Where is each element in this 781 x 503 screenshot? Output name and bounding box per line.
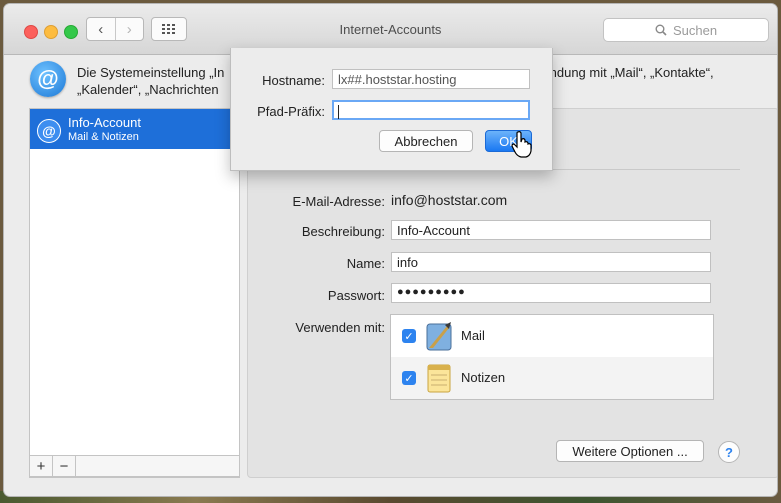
- password-field[interactable]: ●●●●●●●●●: [391, 283, 711, 303]
- mail-checkbox[interactable]: ✓: [402, 329, 416, 343]
- path-prefix-field[interactable]: [332, 100, 530, 120]
- text-caret: [338, 104, 339, 119]
- name-label: Name:: [346, 256, 385, 271]
- notes-label: Notizen: [461, 370, 506, 385]
- more-options-button[interactable]: Weitere Optionen ...: [556, 440, 704, 462]
- account-item-info[interactable]: @ Info-Account Mail & Notizen: [30, 109, 239, 149]
- add-account-button[interactable]: +: [30, 456, 53, 476]
- account-subtitle: Mail & Notizen: [68, 131, 139, 143]
- email-label: E-Mail-Adresse:: [292, 194, 385, 209]
- remove-account-button[interactable]: −: [53, 456, 76, 476]
- hand-pointer-icon: [511, 131, 532, 158]
- accounts-list: @ Info-Account Mail & Notizen: [29, 108, 240, 478]
- cancel-button[interactable]: Abbrechen: [379, 130, 473, 152]
- hostname-label: Hostname:: [262, 73, 325, 88]
- name-field[interactable]: info: [391, 252, 711, 272]
- search-placeholder: Suchen: [672, 22, 718, 38]
- list-item: ✓ Mail: [391, 315, 713, 357]
- hostname-field[interactable]: lx##.hoststar.hosting: [332, 69, 530, 89]
- description-label: Beschreibung:: [301, 224, 385, 239]
- account-name: Info-Account: [68, 115, 141, 130]
- help-button[interactable]: ?: [718, 441, 740, 463]
- email-value: info@hoststar.com: [391, 192, 508, 208]
- use-with-label: Verwenden mit:: [295, 320, 385, 335]
- list-item: ✓ Notizen: [391, 357, 713, 399]
- search-icon: [655, 24, 667, 36]
- apps-list: ✓ Mail ✓ Notizen: [390, 314, 714, 400]
- at-icon: @: [37, 119, 61, 143]
- server-settings-sheet: Hostname: lx##.hoststar.hosting Pfad-Prä…: [230, 48, 553, 171]
- accounts-list-footer: + −: [29, 455, 240, 477]
- path-prefix-label: Pfad-Präfix:: [257, 104, 325, 119]
- mail-label: Mail: [461, 328, 485, 343]
- notes-app-icon: [427, 364, 451, 393]
- description-field[interactable]: Info-Account: [391, 220, 711, 240]
- notes-checkbox[interactable]: ✓: [402, 371, 416, 385]
- mail-app-icon: [426, 322, 452, 351]
- password-label: Passwort:: [327, 288, 385, 303]
- search-field[interactable]: Suchen: [603, 18, 769, 42]
- at-icon: @: [30, 61, 66, 97]
